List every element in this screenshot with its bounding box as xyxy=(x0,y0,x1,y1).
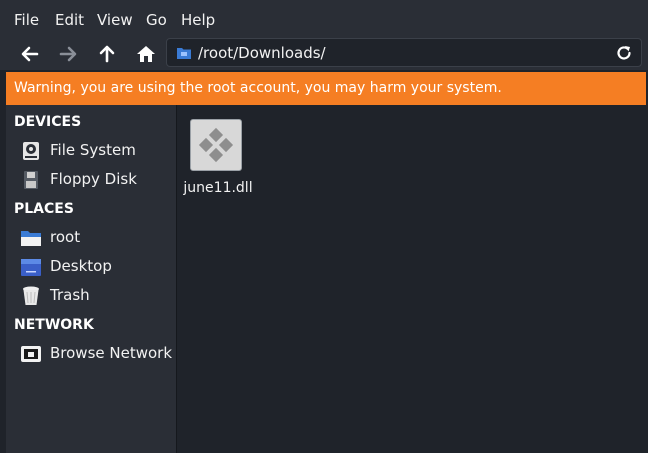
floppy-icon xyxy=(24,171,38,189)
sidebar-item-trash[interactable]: Trash xyxy=(20,283,170,309)
sidebar: DEVICES File System Floppy Disk PLACES r… xyxy=(6,105,176,453)
menu-help[interactable]: Help xyxy=(181,11,215,29)
section-devices: DEVICES xyxy=(14,114,82,130)
location-path[interactable]: /root/Downloads/ xyxy=(198,44,326,62)
section-places: PLACES xyxy=(14,201,74,217)
menu-go[interactable]: Go xyxy=(146,11,167,29)
sidebar-item-label: Floppy Disk xyxy=(50,170,137,188)
file-view[interactable]: june11.dll xyxy=(177,105,648,453)
folder-home-icon xyxy=(21,231,41,246)
file-item[interactable]: june11.dll xyxy=(183,117,253,207)
sidebar-item-label: Desktop xyxy=(50,257,112,275)
file-name: june11.dll xyxy=(183,180,253,196)
trash-icon xyxy=(23,286,39,305)
up-button[interactable] xyxy=(93,40,121,68)
back-button[interactable] xyxy=(16,40,44,68)
menu-view[interactable]: View xyxy=(97,11,133,29)
section-network: NETWORK xyxy=(14,317,94,333)
sidebar-item-file-system[interactable]: File System xyxy=(20,138,170,164)
arrow-left-icon xyxy=(21,46,39,62)
home-button[interactable] xyxy=(132,40,160,68)
network-icon xyxy=(21,346,41,362)
forward-button[interactable] xyxy=(54,40,82,68)
toolbar: /root/Downloads/ xyxy=(0,38,648,70)
sidebar-item-floppy-disk[interactable]: Floppy Disk xyxy=(20,167,170,193)
arrow-up-icon xyxy=(99,45,115,63)
sidebar-item-label: Trash xyxy=(50,286,90,304)
arrow-right-icon xyxy=(59,46,77,62)
home-icon xyxy=(137,46,155,62)
root-warning-bar: Warning, you are using the root account,… xyxy=(6,72,646,105)
folder-icon xyxy=(177,48,191,59)
reload-icon[interactable] xyxy=(615,44,633,62)
warning-text: Warning, you are using the root account,… xyxy=(14,80,502,96)
menu-file[interactable]: File xyxy=(14,11,39,29)
drive-icon xyxy=(23,142,39,160)
sidebar-item-browse-network[interactable]: Browse Network xyxy=(20,341,173,367)
sidebar-item-label: root xyxy=(50,228,81,246)
menu-edit[interactable]: Edit xyxy=(55,11,84,29)
sidebar-item-label: Browse Network xyxy=(50,344,173,362)
desktop-icon xyxy=(21,259,41,276)
sidebar-item-label: File System xyxy=(50,141,136,159)
menu-bar: File Edit View Go Help xyxy=(0,0,648,38)
dll-file-icon xyxy=(190,119,242,171)
sidebar-item-root[interactable]: root xyxy=(20,225,170,251)
location-bar[interactable]: /root/Downloads/ xyxy=(166,38,642,67)
sidebar-item-desktop[interactable]: Desktop xyxy=(20,254,170,280)
